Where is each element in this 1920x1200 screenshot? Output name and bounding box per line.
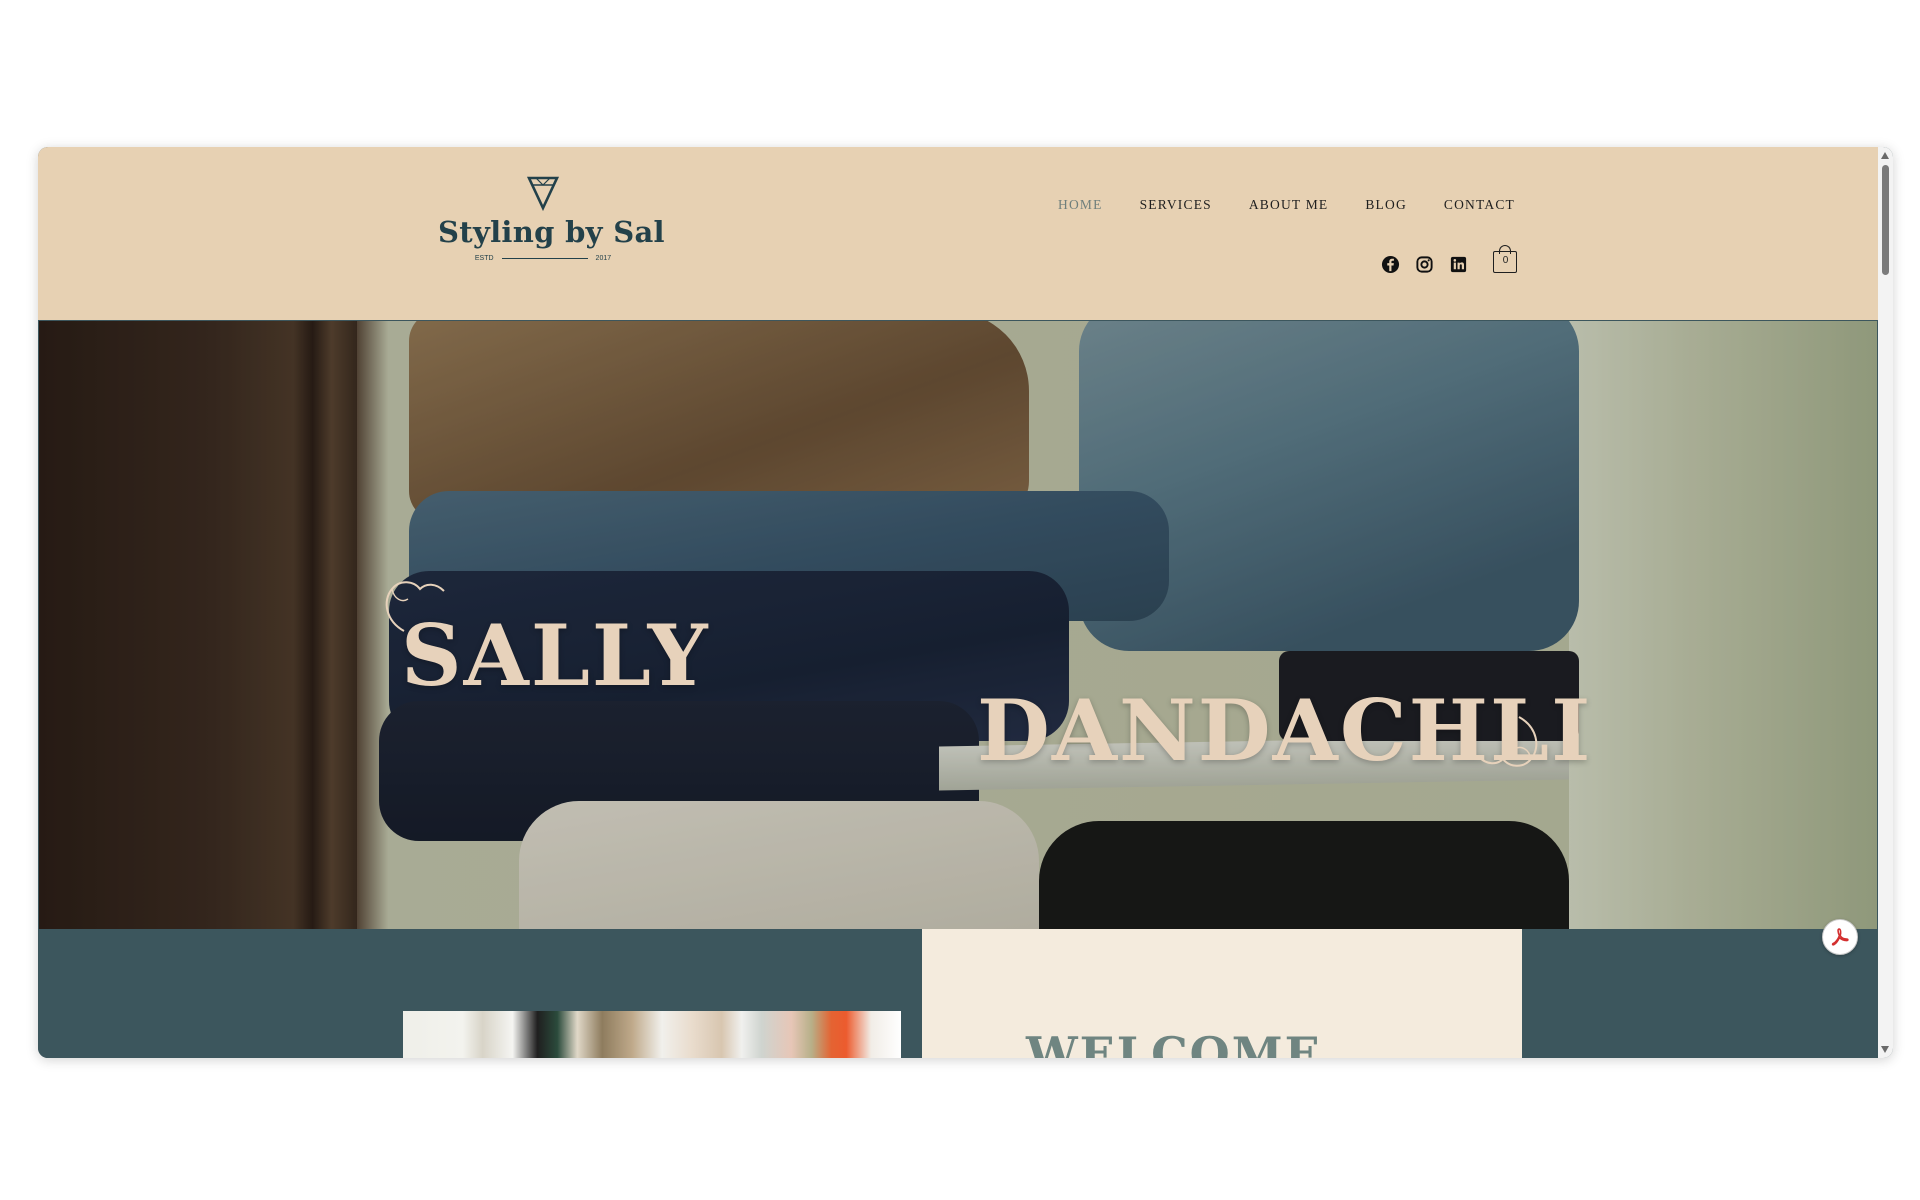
scrollbar-thumb[interactable] (1882, 165, 1889, 275)
logo-estd-year: 2017 (595, 255, 612, 262)
linkedin-icon[interactable] (1449, 255, 1468, 274)
nav-blog[interactable]: BLOG (1365, 197, 1407, 213)
main-nav: HOME SERVICES ABOUT ME BLOG CONTACT (1058, 197, 1515, 213)
welcome-card: WELCOME (922, 929, 1522, 1058)
scroll-up-arrow-icon[interactable] (1881, 152, 1889, 159)
scroll-down-arrow-icon[interactable] (1881, 1046, 1889, 1053)
cart-count: 0 (1502, 255, 1509, 266)
welcome-heading: WELCOME (1026, 1027, 1322, 1058)
hero-overlay (39, 321, 1877, 929)
logo-divider (501, 258, 588, 259)
page-scrollbar[interactable] (1878, 147, 1893, 1058)
site-header: Styling by Sal ESTD 2017 HOME SERVICES A… (38, 147, 1878, 320)
social-links (1381, 255, 1468, 274)
instagram-icon[interactable] (1415, 255, 1434, 274)
hero-first-name: SALLY (401, 606, 710, 705)
diamond-logo-icon (526, 176, 560, 211)
facebook-icon[interactable] (1381, 255, 1400, 274)
browser-viewport: Styling by Sal ESTD 2017 HOME SERVICES A… (38, 147, 1893, 1058)
nav-services[interactable]: SERVICES (1140, 197, 1212, 213)
nav-home[interactable]: HOME (1058, 197, 1103, 213)
logo-brand-name: Styling by Sal (438, 215, 665, 249)
nav-about-me[interactable]: ABOUT ME (1249, 197, 1328, 213)
nav-contact[interactable]: CONTACT (1444, 197, 1515, 213)
welcome-section: WELCOME (38, 929, 1878, 1058)
flourish-ornament-icon (1478, 716, 1538, 767)
site-logo[interactable]: Styling by Sal ESTD 2017 (438, 175, 665, 285)
pdf-button[interactable] (1822, 919, 1858, 955)
adobe-acrobat-icon (1831, 928, 1849, 946)
wardrobe-clothes-photo (403, 1011, 901, 1058)
logo-estd-label: ESTD (474, 255, 494, 262)
cart-button[interactable]: 0 (1493, 245, 1517, 273)
logo-established: ESTD 2017 (438, 255, 648, 262)
hero-video: SALLY DANDACHLI (39, 321, 1877, 929)
